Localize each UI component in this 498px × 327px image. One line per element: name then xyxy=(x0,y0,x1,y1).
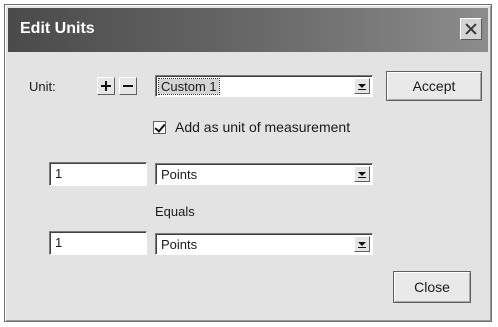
chevron-down-icon[interactable] xyxy=(354,166,370,182)
from-unit-value: Points xyxy=(161,167,198,182)
to-value-field[interactable]: 1 xyxy=(49,231,147,255)
close-icon[interactable] xyxy=(460,18,482,40)
unit-select[interactable]: Custom 1 xyxy=(155,75,373,97)
close-button[interactable]: Close xyxy=(393,271,471,303)
equals-label: Equals xyxy=(155,204,195,219)
to-unit-select[interactable]: Points xyxy=(155,233,373,255)
minus-icon[interactable] xyxy=(119,77,137,95)
title-bar: Edit Units xyxy=(8,8,488,52)
accept-button-label: Accept xyxy=(412,78,456,94)
plus-icon[interactable] xyxy=(97,77,115,95)
chevron-down-icon[interactable] xyxy=(354,236,370,252)
from-value-field[interactable]: 1 xyxy=(49,162,147,186)
unit-label: Unit: xyxy=(29,79,56,94)
accept-button[interactable]: Accept xyxy=(386,71,482,101)
unit-select-value: Custom 1 xyxy=(158,78,220,95)
chevron-down-icon[interactable] xyxy=(354,78,370,94)
edit-units-dialog: Edit Units Unit: Custom 1 Accept Add as … xyxy=(4,4,492,322)
add-unit-checkbox[interactable] xyxy=(153,121,166,134)
close-button-label: Close xyxy=(414,279,450,295)
from-unit-select[interactable]: Points xyxy=(155,163,373,185)
add-unit-checkbox-label: Add as unit of measurement xyxy=(175,119,351,135)
dialog-title: Edit Units xyxy=(20,20,95,37)
to-unit-value: Points xyxy=(161,237,198,252)
